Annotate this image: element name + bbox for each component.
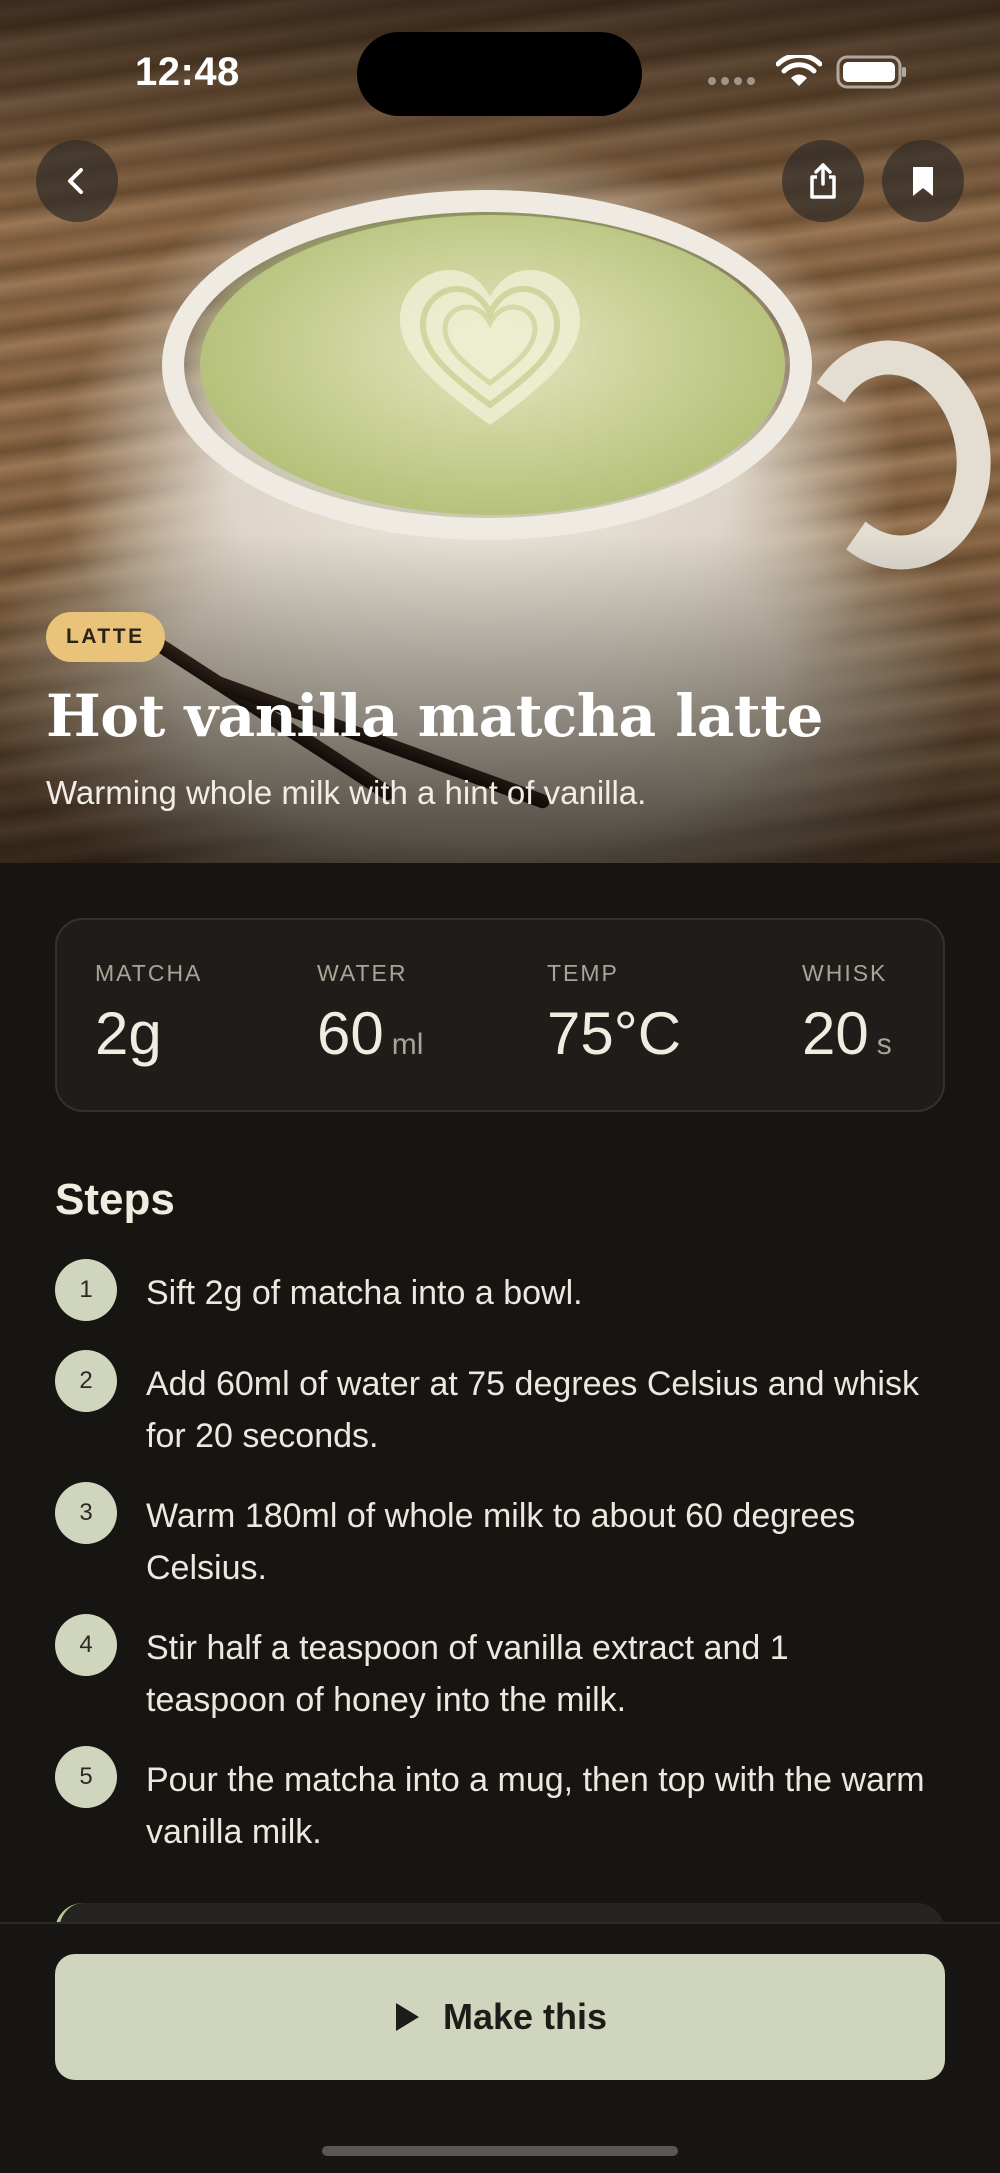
cup-handle xyxy=(781,325,1000,585)
stat-whisk: WHISK 20 s xyxy=(802,960,892,1068)
latte-art-heart xyxy=(400,270,580,425)
share-button[interactable] xyxy=(782,140,864,222)
stat-value: 60 xyxy=(317,1000,384,1067)
bookmark-button[interactable] xyxy=(882,140,964,222)
bookmark-icon xyxy=(913,167,933,196)
make-this-label: Make this xyxy=(442,1996,608,2037)
battery-icon xyxy=(836,55,906,89)
step-number: 1 xyxy=(55,1259,117,1321)
recipe-title: Hot vanilla matcha latte xyxy=(46,682,823,750)
step-text: Add 60ml of water at 75 degrees Celsius … xyxy=(146,1365,919,1455)
step-number: 3 xyxy=(55,1482,117,1544)
step-text: Stir half a teaspoon of vanilla extract … xyxy=(146,1629,789,1719)
home-indicator xyxy=(322,2146,678,2156)
step-number: 2 xyxy=(55,1350,117,1412)
stat-value: 20 xyxy=(802,1000,869,1067)
stat-value: 75°C xyxy=(547,1000,682,1067)
category-tag: LATTE xyxy=(46,612,165,662)
dynamic-island xyxy=(357,32,642,116)
recipe-subtitle: Warming whole milk with a hint of vanill… xyxy=(46,774,647,811)
chevron-left-icon xyxy=(68,168,83,194)
play-icon xyxy=(395,2003,419,2031)
stat-label: MATCHA xyxy=(95,960,203,986)
stat-temp: TEMP 75°C xyxy=(547,960,689,1068)
step-number: 5 xyxy=(55,1746,117,1808)
stat-label: WHISK xyxy=(802,960,888,986)
make-this-button[interactable]: Make this xyxy=(55,1954,945,2080)
cellular-signal-icon xyxy=(708,77,758,85)
back-button[interactable] xyxy=(36,140,118,222)
status-time: 12:48 xyxy=(135,50,240,94)
step-text: Sift 2g of matcha into a bowl. xyxy=(146,1274,583,1312)
stat-label: WATER xyxy=(317,960,408,986)
share-icon xyxy=(810,163,836,199)
steps-heading: Steps xyxy=(55,1175,175,1224)
wifi-icon xyxy=(776,55,822,86)
stat-value: 2g xyxy=(95,1000,162,1067)
stat-unit: ml xyxy=(391,1028,424,1061)
step-number: 4 xyxy=(55,1614,117,1676)
stat-unit: s xyxy=(876,1028,892,1061)
status-indicators xyxy=(708,55,908,89)
bottom-action-bar: Make this xyxy=(0,1922,1000,2173)
stat-matcha: MATCHA 2g xyxy=(95,960,202,1068)
step-text: Pour the matcha into a mug, then top wit… xyxy=(146,1761,925,1851)
stat-label: TEMP xyxy=(547,960,619,986)
recipe-stats-card: MATCHA 2g WATER 60 ml TEMP 75°C WHISK 20 s xyxy=(55,918,945,1112)
step-text: Warm 180ml of whole milk to about 60 deg… xyxy=(146,1497,856,1587)
stat-water: WATER 60 ml xyxy=(317,960,423,1068)
